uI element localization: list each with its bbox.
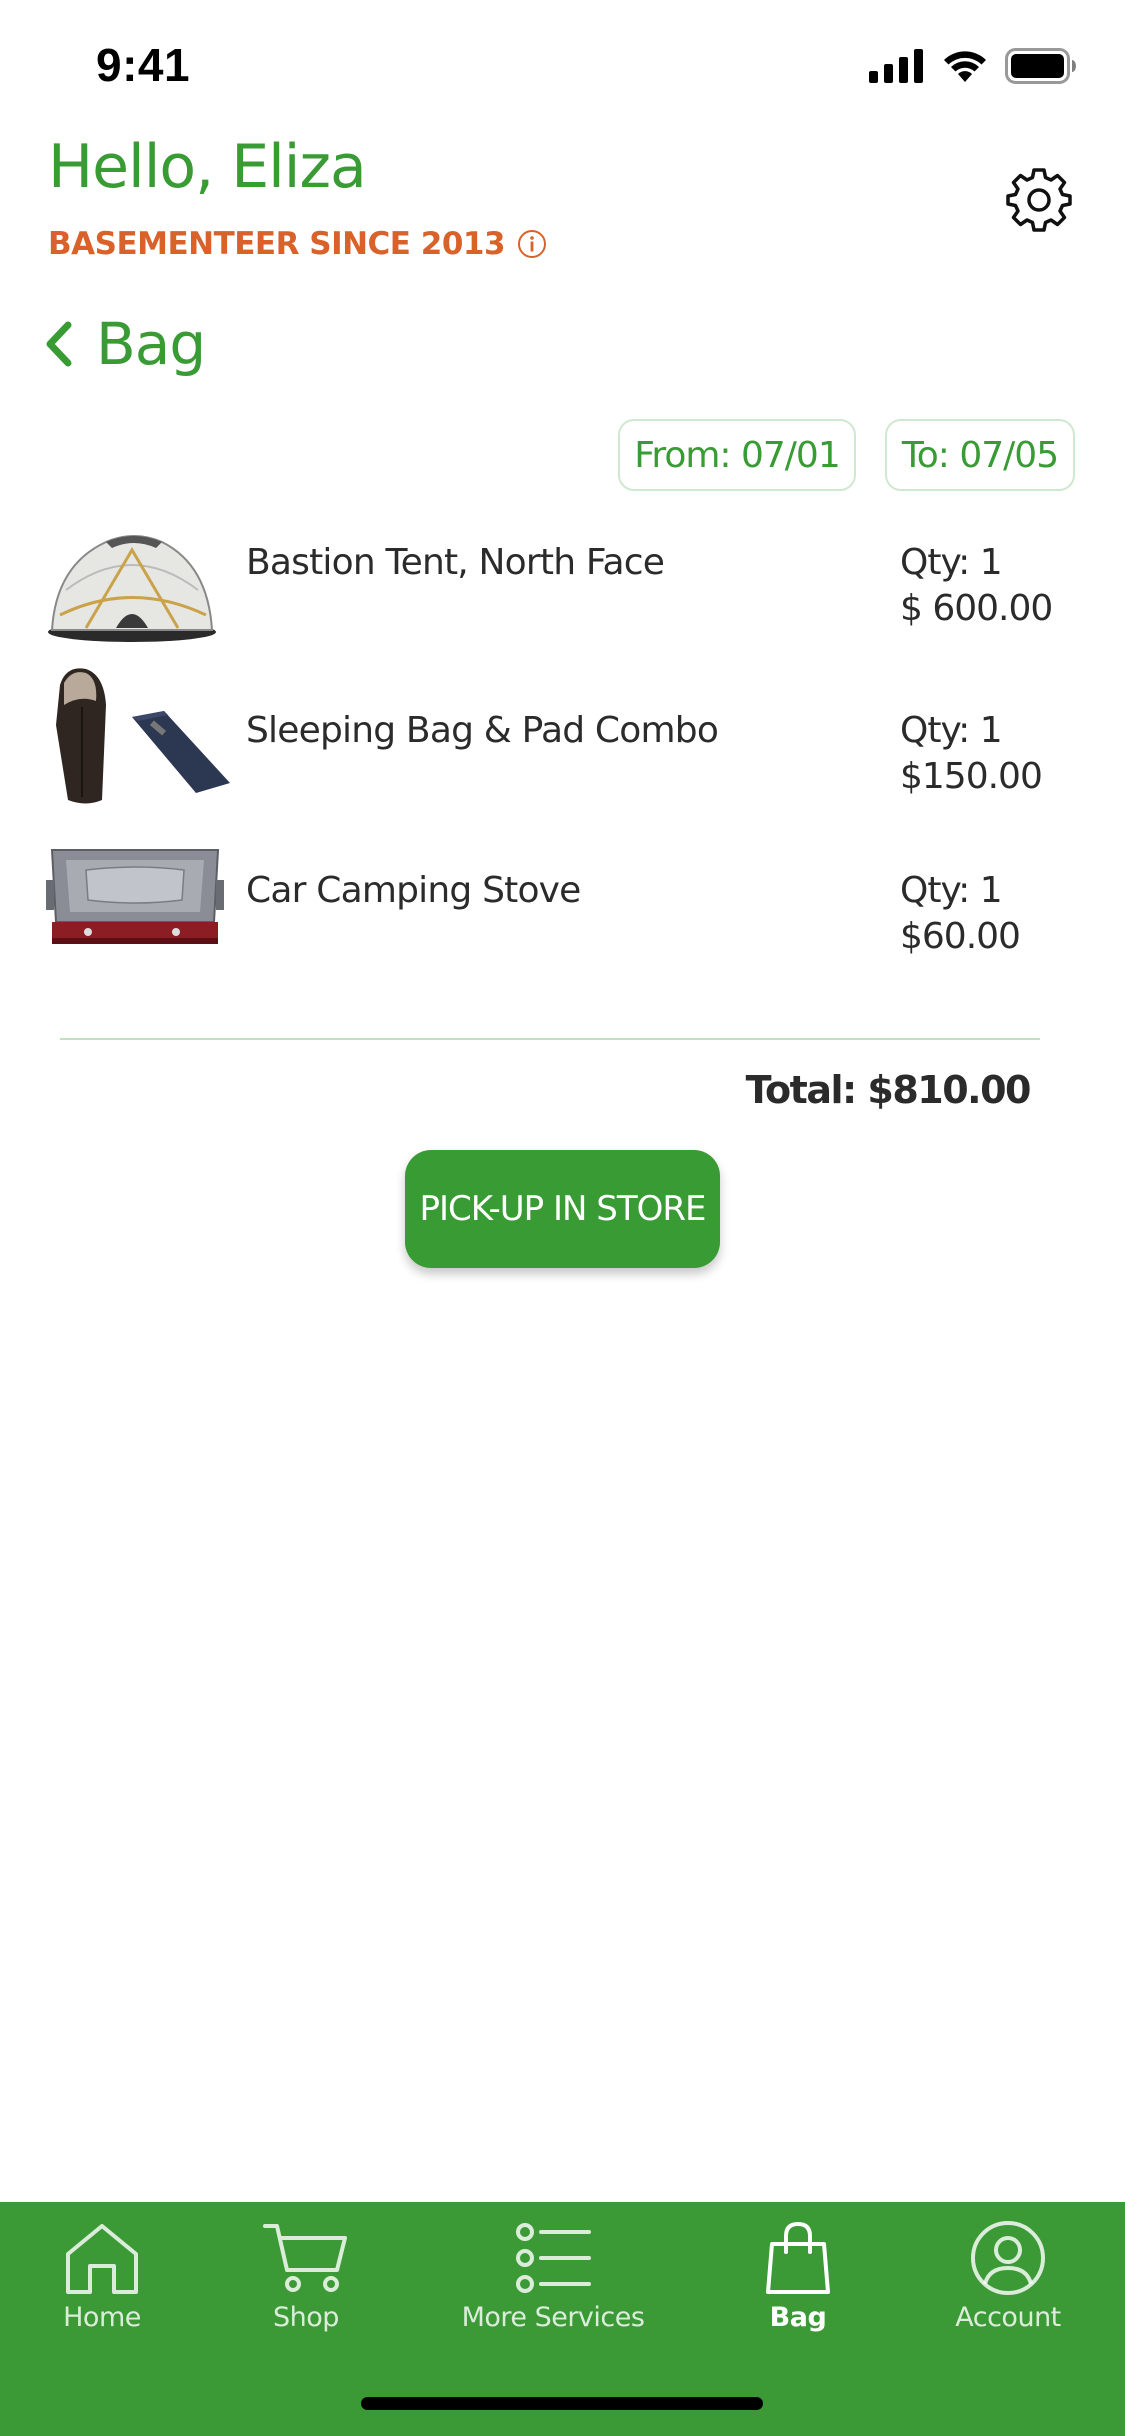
bag-icon (766, 2221, 830, 2294)
tab-shop[interactable]: Shop (263, 2220, 349, 2333)
status-bar: 9:41 (0, 0, 1125, 130)
greeting: Hello, Eliza (48, 132, 367, 202)
tab-home[interactable]: Home (62, 2220, 142, 2333)
sleeping-bag-pad-image (46, 665, 232, 815)
list-icon (516, 2223, 591, 2293)
gear-icon (1006, 168, 1072, 232)
signal-icon (869, 49, 923, 83)
item-name: Sleeping Bag & Pad Combo (246, 710, 719, 751)
settings-button[interactable] (1005, 165, 1073, 233)
item-qty: Qty: 1 (900, 710, 1003, 751)
home-indicator (361, 2397, 763, 2410)
pickup-in-store-button[interactable]: PICK-UP IN STORE (405, 1150, 720, 1268)
tent-image (46, 520, 232, 670)
item-qty: Qty: 1 (900, 870, 1003, 911)
stove-image (46, 840, 232, 990)
divider (60, 1038, 1040, 1040)
member-since-label: BASEMENTEER SINCE 2013 (48, 226, 506, 262)
tab-label: More Services (461, 2302, 645, 2333)
chevron-left-icon (46, 321, 72, 367)
tab-bag[interactable]: Bag (760, 2220, 836, 2333)
home-icon (66, 2224, 138, 2294)
battery-icon (1005, 48, 1076, 84)
item-price: $60.00 (900, 916, 1021, 957)
tab-label: Account (955, 2302, 1061, 2333)
tab-label: Home (63, 2302, 141, 2333)
tab-label: Bag (769, 2302, 827, 2333)
wifi-icon (944, 51, 986, 82)
item-price: $150.00 (900, 756, 1043, 797)
date-to-button[interactable]: To: 07/05 (885, 419, 1075, 491)
account-icon (971, 2221, 1045, 2295)
page-title: Bag (96, 310, 206, 378)
order-total: Total: $810.00 (745, 1068, 1032, 1112)
status-time: 9:41 (96, 39, 191, 91)
bag-item[interactable]: Car Camping Stove Qty: 1 $60.00 (0, 825, 1125, 985)
cart-icon (263, 2224, 347, 2292)
member-since-badge: BASEMENTEER SINCE 2013 (48, 226, 547, 262)
bag-item[interactable]: Sleeping Bag & Pad Combo Qty: 1 $150.00 (0, 660, 1125, 820)
status-icons (869, 48, 1077, 84)
item-name: Car Camping Stove (246, 870, 581, 911)
date-from-button[interactable]: From: 07/01 (618, 419, 856, 491)
info-icon[interactable] (517, 229, 547, 259)
tab-more-services[interactable]: More Services (462, 2220, 645, 2333)
item-name: Bastion Tent, North Face (246, 542, 665, 583)
tab-account[interactable]: Account (955, 2220, 1061, 2333)
bag-item[interactable]: Bastion Tent, North Face Qty: 1 $ 600.00 (0, 510, 1125, 670)
back-button[interactable]: Bag (44, 310, 206, 378)
item-price: $ 600.00 (900, 588, 1053, 629)
tab-label: Shop (273, 2302, 339, 2333)
item-qty: Qty: 1 (900, 542, 1003, 583)
